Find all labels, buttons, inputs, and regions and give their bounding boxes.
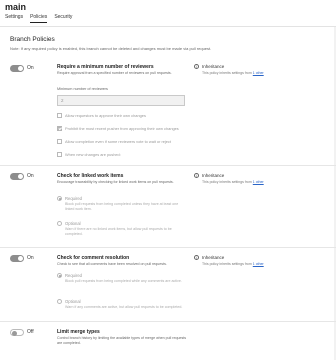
comments-toggle-label: On bbox=[27, 255, 34, 261]
comments-required-radio[interactable] bbox=[57, 273, 62, 278]
policy-note: Note: If any required policy is enabled,… bbox=[10, 46, 212, 51]
comments-optional-title: Optional bbox=[65, 299, 81, 304]
toggle-knob bbox=[18, 256, 23, 261]
toggle-knob bbox=[18, 66, 23, 71]
work-items-required-title: Required bbox=[65, 196, 82, 201]
divider bbox=[0, 247, 336, 248]
merge-types-toggle-label: Off bbox=[27, 329, 34, 335]
reviewers-policy-desc: Require approval from a specified number… bbox=[57, 71, 172, 75]
min-reviewers-label: Minimum number of reviewers bbox=[57, 87, 108, 91]
reviewers-policy-title: Require a minimum number of reviewers bbox=[57, 64, 154, 70]
inheritance-text: This policy inherits settings from bbox=[202, 71, 252, 75]
new-changes-label: When new changes are pushed: bbox=[65, 152, 121, 157]
allow-self-approve-label: Allow requestors to approve their own ch… bbox=[65, 113, 146, 118]
new-changes-checkbox[interactable] bbox=[57, 152, 62, 157]
info-icon: i bbox=[194, 173, 199, 178]
comments-inheritance-title: Inheritance bbox=[202, 255, 225, 260]
inheritance-link[interactable]: 1 other bbox=[253, 262, 264, 266]
work-items-toggle-label: On bbox=[27, 173, 34, 179]
header-divider bbox=[0, 26, 336, 27]
branch-name: main bbox=[5, 2, 27, 12]
work-items-optional-radio[interactable] bbox=[57, 221, 62, 226]
tab-settings[interactable]: Settings bbox=[5, 14, 23, 23]
prohibit-pusher-approve-checkbox[interactable] bbox=[57, 126, 62, 131]
inheritance-text: This policy inherits settings from bbox=[202, 180, 252, 184]
work-items-optional-title: Optional bbox=[65, 221, 81, 226]
work-items-optional-desc: Warn if there are no linked work items, … bbox=[65, 227, 172, 236]
info-icon: i bbox=[194, 64, 199, 69]
section-title: Branch Policies bbox=[10, 36, 55, 43]
comments-optional-radio[interactable] bbox=[57, 299, 62, 304]
tab-security[interactable]: Security bbox=[54, 14, 72, 23]
allow-completion-label: Allow completion even if some reviewers … bbox=[65, 139, 171, 144]
divider bbox=[0, 165, 336, 166]
tab-policies[interactable]: Policies bbox=[30, 14, 48, 23]
merge-types-toggle[interactable] bbox=[10, 329, 24, 336]
comments-policy-desc: Check to see that all comments have been… bbox=[57, 262, 167, 266]
reviewers-toggle-label: On bbox=[27, 65, 34, 71]
reviewers-toggle[interactable] bbox=[10, 65, 24, 72]
merge-types-policy-title: Limit merge types bbox=[57, 329, 100, 335]
divider bbox=[0, 321, 336, 322]
comments-optional-desc: Warn if any comments are active, but all… bbox=[65, 305, 183, 309]
inheritance-link[interactable]: 1 other bbox=[253, 180, 264, 184]
work-items-policy-desc: Encourage traceability by checking for l… bbox=[57, 180, 174, 184]
reviewers-inheritance-title: Inheritance bbox=[202, 64, 225, 69]
work-items-policy-title: Check for linked work items bbox=[57, 173, 124, 179]
comments-inheritance-desc: This policy inherits settings from 1 oth… bbox=[202, 262, 264, 266]
comments-policy-title: Check for comment resolution bbox=[57, 255, 130, 261]
comments-toggle[interactable] bbox=[10, 255, 24, 262]
toggle-knob bbox=[12, 330, 17, 336]
prohibit-pusher-approve-label: Prohibit the most recent pusher from app… bbox=[65, 126, 179, 131]
merge-types-policy-desc: Control branch history by limiting the a… bbox=[57, 336, 187, 345]
allow-self-approve-checkbox[interactable] bbox=[57, 113, 62, 118]
tab-bar: Settings Policies Security bbox=[5, 14, 72, 23]
inheritance-text: This policy inherits settings from bbox=[202, 262, 252, 266]
info-icon: i bbox=[194, 255, 199, 260]
work-items-inheritance-desc: This policy inherits settings from 1 oth… bbox=[202, 180, 264, 184]
work-items-required-desc: Block pull requests from being completed… bbox=[65, 202, 179, 211]
comments-required-title: Required bbox=[65, 273, 82, 278]
min-reviewers-input[interactable] bbox=[57, 95, 185, 106]
work-items-toggle[interactable] bbox=[10, 173, 24, 180]
allow-completion-checkbox[interactable] bbox=[57, 139, 62, 144]
work-items-required-radio[interactable] bbox=[57, 196, 62, 201]
comments-required-desc: Block pull requests from being completed… bbox=[65, 279, 182, 283]
inheritance-link[interactable]: 1 other bbox=[253, 71, 264, 75]
reviewers-inheritance-desc: This policy inherits settings from 1 oth… bbox=[202, 71, 264, 75]
toggle-knob bbox=[18, 174, 23, 179]
work-items-inheritance-title: Inheritance bbox=[202, 173, 225, 178]
